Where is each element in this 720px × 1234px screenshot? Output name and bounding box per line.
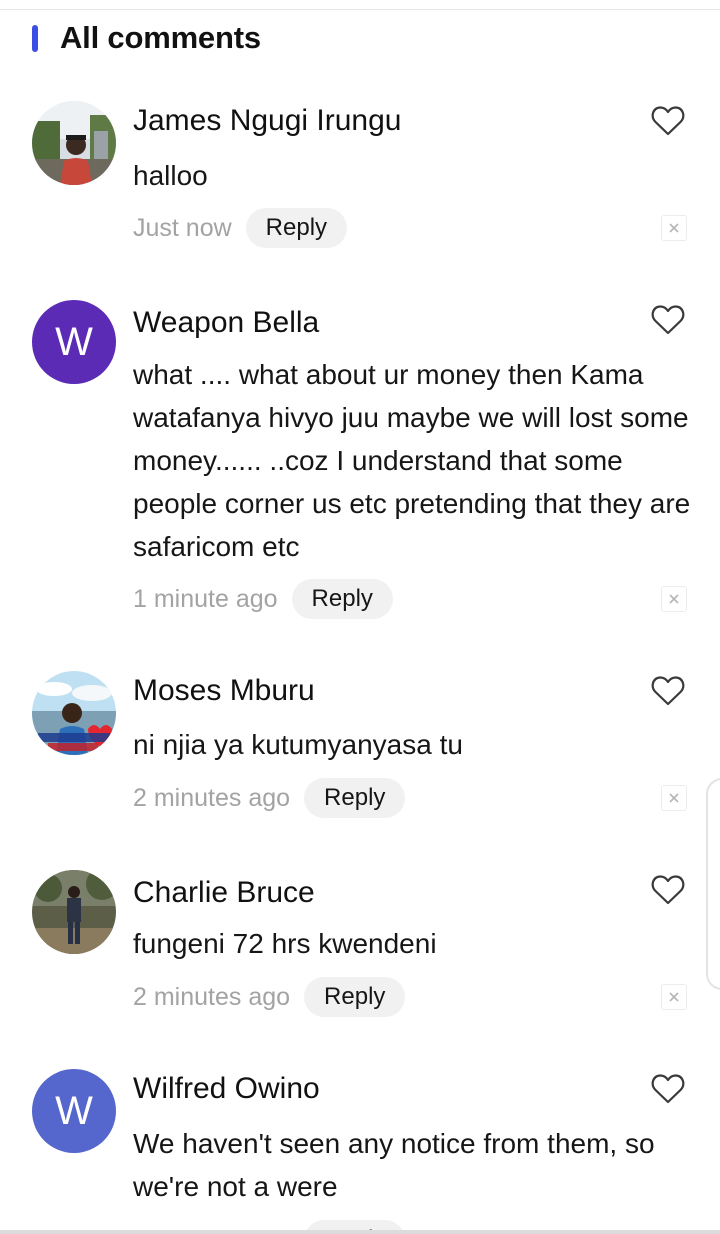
commenter-name[interactable]: James Ngugi Irungu [133, 104, 401, 138]
side-panel-handle[interactable] [706, 778, 720, 990]
like-button[interactable] [651, 105, 685, 137]
avatar-photo-icon [32, 101, 116, 185]
comment-meta: 1 minute ago Reply [133, 579, 393, 619]
avatar-photo-icon [32, 671, 116, 755]
commenter-name[interactable]: Weapon Bella [133, 306, 319, 340]
bottom-divider [0, 1230, 720, 1234]
like-button[interactable] [651, 874, 685, 906]
comment-meta: 2 minutes ago Reply [133, 977, 406, 1017]
comment-text: ni njia ya kutumyanyasa tu [133, 729, 463, 760]
avatar-letter: W [55, 319, 93, 364]
comment-timestamp: 2 minutes ago [133, 982, 291, 1011]
heart-outline-icon [651, 676, 685, 706]
avatar-letter: W [55, 1088, 93, 1133]
avatar-photo-icon [32, 870, 116, 954]
comment-meta: 2 minutes ago Reply [133, 778, 406, 818]
dismiss-button[interactable] [661, 586, 687, 612]
reply-button[interactable]: Reply [304, 977, 406, 1017]
dismiss-button[interactable] [661, 785, 687, 811]
comment-timestamp: 2 minutes ago [133, 783, 291, 812]
avatar[interactable] [32, 870, 116, 954]
comment-timestamp: Just now [133, 213, 232, 242]
comment-meta: Just now Reply [133, 208, 348, 248]
commenter-name[interactable]: Charlie Bruce [133, 876, 315, 910]
comment-text: fungeni 72 hrs kwendeni [133, 928, 437, 959]
comment-text: what .... what about ur money then Kama … [133, 359, 691, 562]
close-icon [669, 594, 679, 604]
dismiss-button[interactable] [661, 984, 687, 1010]
like-button[interactable] [651, 304, 685, 336]
commenter-name[interactable]: Wilfred Owino [133, 1072, 320, 1106]
close-icon [669, 992, 679, 1002]
close-icon [669, 793, 679, 803]
commenter-name[interactable]: Moses Mburu [133, 674, 315, 708]
heart-outline-icon [651, 305, 685, 335]
like-button[interactable] [651, 675, 685, 707]
avatar[interactable] [32, 671, 116, 755]
close-icon [669, 223, 679, 233]
heart-outline-icon [651, 106, 685, 136]
section-accent-bar [32, 24, 38, 52]
comment-timestamp: 1 minute ago [133, 584, 278, 613]
avatar[interactable] [32, 101, 116, 185]
reply-button[interactable]: Reply [245, 208, 348, 248]
top-divider [0, 0, 720, 10]
heart-outline-icon [651, 875, 685, 905]
reply-button[interactable]: Reply [291, 579, 393, 619]
heart-outline-icon [651, 1074, 685, 1104]
comments-section-header: All comments [32, 18, 261, 58]
reply-button[interactable]: Reply [304, 778, 406, 818]
avatar[interactable]: W [32, 300, 116, 384]
like-button[interactable] [651, 1073, 685, 1105]
dismiss-button[interactable] [661, 215, 687, 241]
section-title: All comments [60, 20, 261, 55]
avatar[interactable]: W [32, 1069, 116, 1153]
comment-text: We haven't seen any notice from them, so… [133, 1128, 655, 1202]
comment-text: halloo [133, 160, 208, 191]
